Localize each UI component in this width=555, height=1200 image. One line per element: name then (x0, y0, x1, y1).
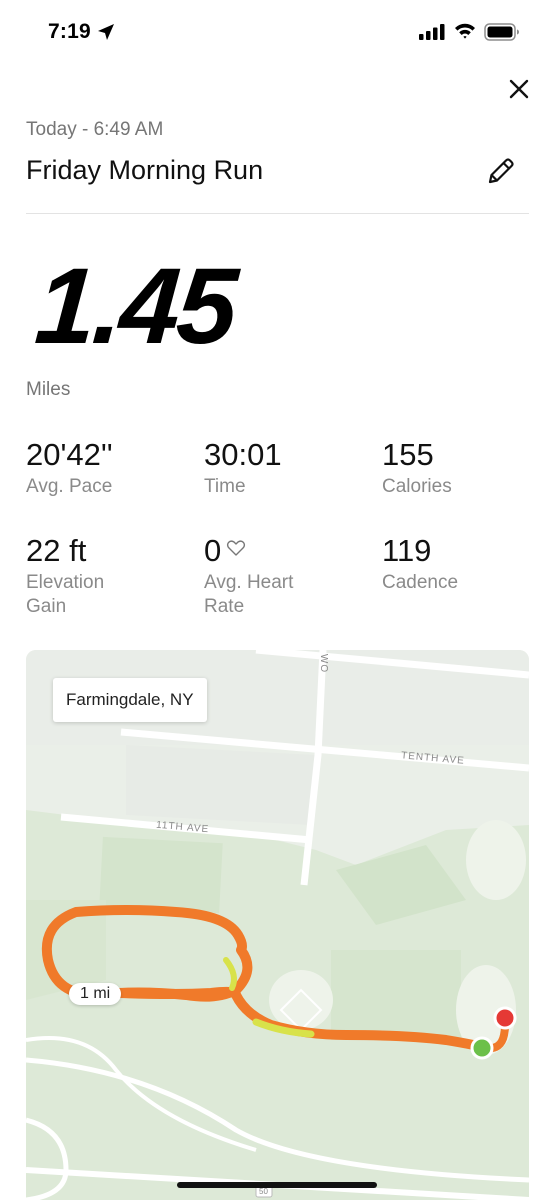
start-marker (470, 1036, 494, 1060)
heart-rate-value-row: 0 (204, 533, 374, 569)
elevation-label: Elevation Gain (26, 571, 196, 619)
calories-label: Calories (382, 476, 452, 497)
location-arrow-icon (98, 24, 114, 40)
run-date: Today - 6:49 AM (26, 119, 164, 140)
calories-value: 155 (382, 437, 434, 472)
stat-elevation: 22 ft Elevation Gain (26, 533, 196, 619)
status-time: 7:19 (48, 20, 91, 43)
end-marker (493, 1006, 517, 1030)
map-location-label: Farmingdale, NY (53, 678, 207, 722)
road-label-vertical: WO (318, 653, 330, 674)
heart-rate-label-line1: Avg. Heart (204, 572, 294, 593)
time-value: 30:01 (204, 437, 282, 472)
distance-unit: Miles (26, 379, 71, 400)
elevation-label-line1: Elevation (26, 572, 105, 593)
elevation-label-line2: Gain (26, 596, 67, 617)
battery-icon (484, 23, 519, 41)
status-bar: 7:19 (0, 0, 555, 64)
map-canvas (26, 650, 529, 1200)
wifi-icon (455, 23, 475, 39)
heart-rate-value: 0 (204, 533, 222, 568)
cadence-label: Cadence (382, 572, 459, 593)
elevation-value: 22 ft (26, 533, 87, 568)
route-map[interactable]: TENTH AVE 11TH AVE WO 50 Farmingdale, NY… (26, 650, 529, 1200)
stat-heart-rate: 0 Avg. Heart Rate (204, 533, 374, 619)
mile-marker: 1 mi (69, 983, 122, 1005)
heart-rate-label-line2: Rate (204, 596, 245, 617)
time-label: Time (204, 476, 246, 497)
stat-calories: 155 Calories (382, 437, 552, 499)
stat-time: 30:01 Time (204, 437, 374, 499)
cadence-value: 119 (382, 533, 432, 568)
stat-cadence: 119 Cadence (382, 533, 552, 595)
run-title: Friday Morning Run (26, 155, 264, 185)
heart-rate-label: Avg. Heart Rate (204, 571, 374, 619)
stat-avg-pace: 20'42'' Avg. Pace (26, 437, 196, 499)
avg-pace-label: Avg. Pace (26, 476, 113, 497)
cellular-signal-icon (419, 24, 445, 40)
header-divider (26, 213, 529, 214)
avg-pace-value: 20'42'' (26, 437, 113, 472)
heart-icon (227, 540, 246, 556)
road-shield-label: 50 (259, 1187, 268, 1196)
home-indicator[interactable] (177, 1182, 377, 1188)
pencil-icon[interactable] (483, 153, 519, 189)
close-icon[interactable] (503, 73, 535, 105)
distance-value: 1.45 (31, 245, 239, 366)
